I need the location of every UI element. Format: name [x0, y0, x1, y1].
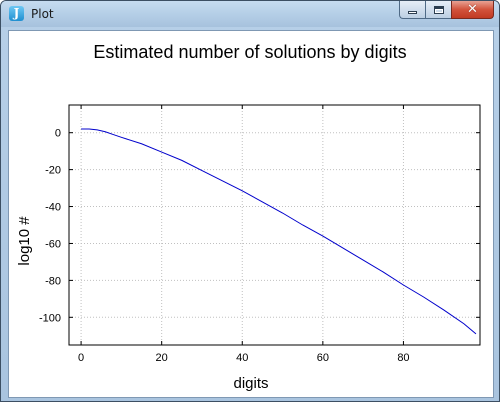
plot-frame [68, 104, 481, 346]
x-axis-label: digits [233, 375, 268, 392]
y-tick-label: -100 [39, 312, 61, 324]
close-icon: ✕ [467, 2, 478, 17]
y-axis-label: log10 # [16, 216, 33, 266]
plot-area: Estimated number of solutions by digits … [8, 30, 494, 398]
y-tick-label: -60 [45, 238, 61, 250]
y-tick-label: -20 [45, 165, 61, 177]
window-title: Plot [31, 7, 54, 21]
plot-window: J Plot ✕ Estimated number of solutions b… [0, 0, 500, 402]
line-chart: Estimated number of solutions by digits … [16, 42, 481, 392]
caption-buttons: ✕ [399, 1, 494, 20]
chart-title: Estimated number of solutions by digits [93, 42, 406, 62]
x-tick-label: 80 [397, 352, 409, 364]
app-icon: J [9, 6, 24, 21]
x-tick-label: 20 [156, 352, 168, 364]
series-group [81, 128, 477, 335]
y-tick-label: -80 [45, 275, 61, 287]
x-tick-label: 0 [78, 352, 84, 364]
x-tick-label: 40 [236, 352, 248, 364]
y-tick-label: -40 [45, 202, 61, 214]
series-line [81, 128, 477, 335]
minimize-button[interactable] [399, 1, 425, 19]
title-bar[interactable]: J Plot ✕ [1, 1, 499, 27]
maximize-button[interactable] [425, 1, 451, 19]
x-tick-label: 60 [317, 352, 329, 364]
axis-ticks: 0 20 40 60 80 0 -20 -40 -60 -80 -100 [39, 105, 480, 364]
grid-lines [69, 105, 480, 345]
close-button[interactable]: ✕ [451, 1, 494, 19]
y-tick-label: 0 [55, 128, 61, 140]
maximize-icon [433, 5, 444, 14]
minimize-icon [408, 11, 417, 14]
